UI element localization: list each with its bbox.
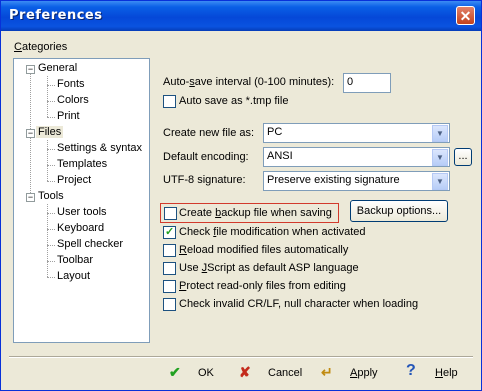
use-jscript-label[interactable]: Use JScript as default ASP language <box>179 262 359 274</box>
chevron-down-icon[interactable]: ▼ <box>432 173 448 190</box>
preferences-dialog: Preferences ✕ Categories − General Fonts… <box>0 0 482 391</box>
tree-connector <box>47 165 55 166</box>
utf8-signature-select[interactable]: Preserve existing signature ▼ <box>263 171 450 191</box>
chevron-down-icon[interactable]: ▼ <box>432 125 448 142</box>
tree-connector <box>47 76 48 117</box>
tree-connector <box>47 149 55 150</box>
check-icon: ✔ <box>169 364 181 380</box>
chevron-down-icon[interactable]: ▼ <box>432 149 448 166</box>
utf8-signature-label: UTF-8 signature: <box>163 174 246 186</box>
tree-connector <box>47 204 48 277</box>
create-new-file-label: Create new file as: <box>163 127 255 139</box>
tree-item-keyboard[interactable]: Keyboard <box>57 222 104 234</box>
tree-item-tools[interactable]: Tools <box>38 190 64 202</box>
tree-item-print[interactable]: Print <box>57 110 80 122</box>
apply-button[interactable]: ↵ Apply <box>321 362 381 384</box>
autosave-interval-input[interactable]: 0 <box>343 73 391 93</box>
tree-item-layout[interactable]: Layout <box>57 270 90 282</box>
reload-modified-checkbox[interactable] <box>163 244 176 257</box>
tree-item-settings-syntax[interactable]: Settings & syntax <box>57 142 142 154</box>
collapse-icon[interactable]: − <box>26 193 35 202</box>
cancel-button[interactable]: ✘ Cancel <box>239 362 309 384</box>
tree-connector <box>47 140 48 181</box>
tree-connector <box>47 117 55 118</box>
tree-connector <box>47 181 55 182</box>
tree-connector <box>47 245 55 246</box>
reload-modified-label[interactable]: Reload modified files automatically <box>179 244 348 256</box>
tree-item-fonts[interactable]: Fonts <box>57 78 85 90</box>
create-backup-label[interactable]: Create backup file when saving <box>179 207 332 219</box>
create-new-file-select[interactable]: PC ▼ <box>263 123 450 143</box>
close-button[interactable]: ✕ <box>456 6 475 25</box>
check-file-modification-label[interactable]: Check file modification when activated <box>179 226 366 238</box>
protect-readonly-label[interactable]: Protect read-only files from editing <box>179 280 346 292</box>
x-icon: ✘ <box>239 364 251 380</box>
default-encoding-label: Default encoding: <box>163 151 249 163</box>
tree-connector <box>47 213 55 214</box>
title-bar[interactable]: Preferences ✕ <box>1 1 481 31</box>
help-button[interactable]: ? Help <box>406 362 461 384</box>
tree-item-colors[interactable]: Colors <box>57 94 89 106</box>
check-invalid-crlf-checkbox[interactable] <box>163 298 176 311</box>
tree-item-toolbar[interactable]: Toolbar <box>57 254 93 266</box>
autosave-tmp-checkbox[interactable] <box>163 95 176 108</box>
autosave-tmp-label[interactable]: Auto save as *.tmp file <box>179 95 288 107</box>
check-invalid-crlf-label[interactable]: Check invalid CR/LF, null character when… <box>179 298 418 310</box>
default-encoding-value: ANSI <box>267 150 293 162</box>
question-icon: ? <box>406 362 416 379</box>
window-title: Preferences <box>9 8 103 23</box>
footer-separator <box>9 356 473 358</box>
tree-connector <box>47 277 55 278</box>
protect-readonly-checkbox[interactable] <box>163 280 176 293</box>
apply-arrow-icon: ↵ <box>321 364 333 380</box>
tree-connector <box>47 229 55 230</box>
tree-item-files[interactable]: Files <box>36 126 64 138</box>
tree-item-templates[interactable]: Templates <box>57 158 107 170</box>
utf8-signature-value: Preserve existing signature <box>267 174 400 186</box>
create-new-file-value: PC <box>267 126 283 138</box>
tree-item-project[interactable]: Project <box>57 174 91 186</box>
tree-connector <box>47 101 55 102</box>
tree-item-user-tools[interactable]: User tools <box>57 206 107 218</box>
tree-item-general[interactable]: General <box>38 62 77 74</box>
use-jscript-checkbox[interactable] <box>163 262 176 275</box>
collapse-icon[interactable]: − <box>26 65 35 74</box>
categories-tree[interactable]: − General Fonts Colors Print − Files Set… <box>13 58 150 343</box>
ok-button[interactable]: ✔ OK <box>169 362 229 384</box>
tree-item-spell-checker[interactable]: Spell checker <box>57 238 123 250</box>
autosave-interval-label: Auto-save interval (0-100 minutes): <box>163 76 335 88</box>
collapse-icon[interactable]: − <box>26 129 35 138</box>
tree-connector <box>47 261 55 262</box>
tree-connector <box>47 85 55 86</box>
default-encoding-select[interactable]: ANSI ▼ <box>263 147 450 167</box>
backup-options-button[interactable]: Backup options... <box>350 200 448 222</box>
create-backup-checkbox[interactable] <box>164 207 177 220</box>
encoding-more-button[interactable]: ... <box>454 148 472 166</box>
check-file-modification-checkbox[interactable] <box>163 225 176 239</box>
categories-label: Categories <box>14 41 68 53</box>
close-icon: ✕ <box>459 8 472 24</box>
